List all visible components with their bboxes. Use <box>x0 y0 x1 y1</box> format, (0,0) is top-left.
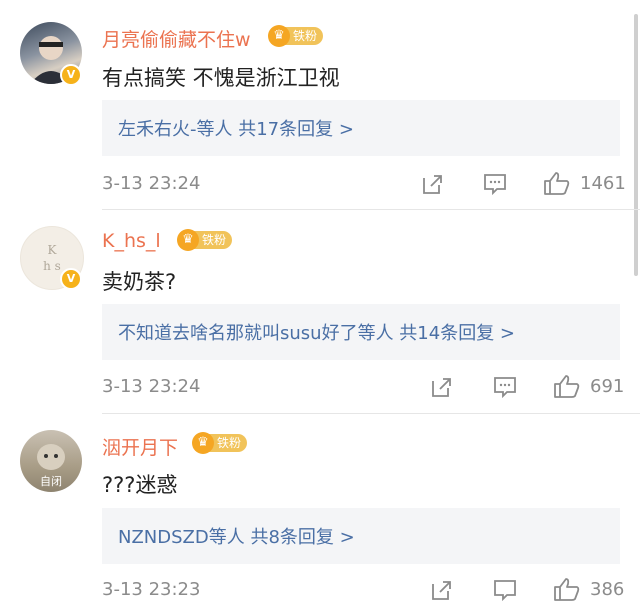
reply-summary-box[interactable]: NZNDSZD等人 共8条回复 > <box>102 508 620 564</box>
verified-badge-icon: V <box>60 268 82 290</box>
like-count: 1461 <box>580 173 626 194</box>
comment-text: ???迷惑 <box>102 473 178 497</box>
divider <box>102 413 640 414</box>
like-icon[interactable] <box>543 170 571 196</box>
reply-summary-box[interactable]: 不知道去啥名那就叫susu好了等人 共14条回复 > <box>102 304 620 360</box>
reply-summary-link[interactable]: 不知道去啥名那就叫susu好了等人 共14条回复 > <box>118 319 515 345</box>
comment-icon[interactable] <box>492 375 518 399</box>
fan-badge: ♛ 铁粉 <box>177 229 233 251</box>
verified-badge-icon: V <box>60 64 82 86</box>
username[interactable]: 月亮偷偷藏不住w <box>102 25 251 52</box>
divider <box>102 209 640 210</box>
reply-summary-link[interactable]: 左禾右火-等人 共17条回复 > <box>118 115 354 141</box>
share-icon[interactable] <box>430 375 454 399</box>
comment-timestamp: 3-13 23:24 <box>102 173 201 194</box>
avatar-caption: 自闭 <box>40 475 62 488</box>
crown-icon: ♛ <box>177 229 199 251</box>
share-icon[interactable] <box>421 172 445 196</box>
username[interactable]: K_hs_l <box>102 230 161 252</box>
reply-summary-box[interactable]: 左禾右火-等人 共17条回复 > <box>102 100 620 156</box>
reply-summary-link[interactable]: NZNDSZD等人 共8条回复 > <box>118 523 355 549</box>
share-icon[interactable] <box>430 578 454 602</box>
crown-icon: ♛ <box>192 432 214 454</box>
comment-icon[interactable] <box>482 172 508 196</box>
comment-text: 有点搞笑 不愧是浙江卫视 <box>102 66 340 90</box>
fan-badge: ♛ 铁粉 <box>268 25 324 47</box>
svg-text:h s: h s <box>43 259 61 273</box>
like-icon[interactable] <box>553 576 581 602</box>
username[interactable]: 洇开月下 <box>102 433 178 460</box>
like-count: 691 <box>590 376 625 397</box>
fan-badge: ♛ 铁粉 <box>192 432 248 454</box>
comment-text: 卖奶茶? <box>102 270 177 294</box>
like-icon[interactable] <box>553 373 581 399</box>
svg-text:K: K <box>48 243 58 257</box>
comment-timestamp: 3-13 23:24 <box>102 376 201 397</box>
avatar[interactable]: 自闭 <box>20 430 82 492</box>
avatar-image: 自闭 <box>37 444 65 488</box>
scrollbar[interactable] <box>634 14 638 276</box>
comment-icon[interactable] <box>492 578 518 602</box>
crown-icon: ♛ <box>268 25 290 47</box>
